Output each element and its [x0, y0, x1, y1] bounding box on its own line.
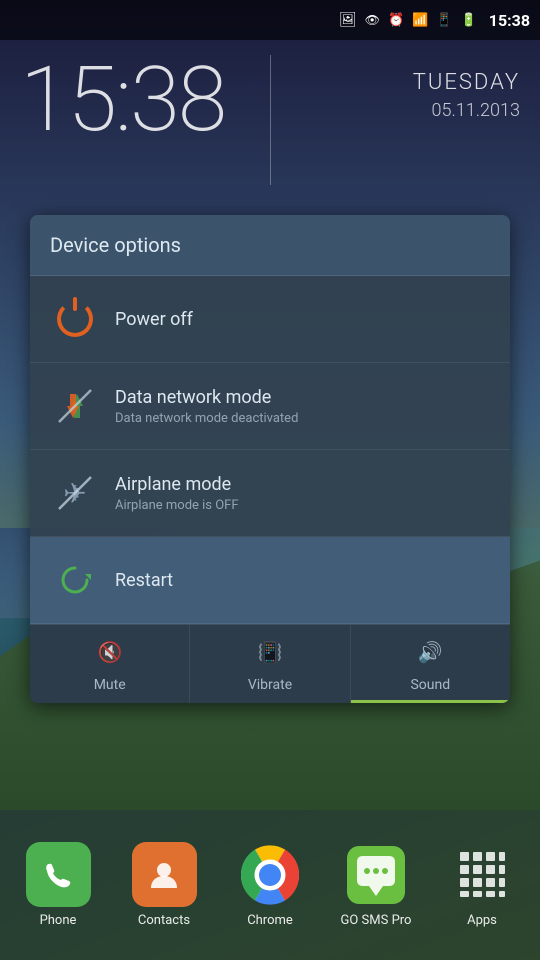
clock-divider [270, 55, 271, 185]
power-icon [57, 301, 93, 337]
restart-icon-container [50, 555, 100, 605]
sound-label: Sound [410, 677, 450, 693]
restart-text: Restart [115, 570, 490, 591]
data-network-item[interactable]: Data network mode Data network mode deac… [30, 363, 510, 450]
network-icon [55, 386, 95, 426]
gosms-label: GO SMS Pro [341, 913, 412, 928]
dock: Phone Contacts [0, 810, 540, 960]
dock-item-phone[interactable]: Phone [13, 842, 103, 928]
power-off-item[interactable]: Power off [30, 276, 510, 363]
network-subtitle: Data network mode deactivated [115, 411, 490, 426]
svg-text:📳: 📳 [258, 640, 283, 664]
network-title: Data network mode [115, 387, 490, 408]
dock-item-chrome[interactable]: Chrome [225, 842, 315, 928]
dock-item-contacts[interactable]: Contacts [119, 842, 209, 928]
wifi-icon: 📶 [412, 13, 428, 28]
airplane-subtitle: Airplane mode is OFF [115, 498, 490, 513]
airplane-icon-container: ✈ [50, 468, 100, 518]
dock-item-gosms[interactable]: GO SMS Pro [331, 842, 421, 928]
svg-text:🔇: 🔇 [97, 640, 122, 664]
power-off-text: Power off [115, 309, 490, 330]
visibility-icon: 👁 [365, 13, 380, 27]
network-text: Data network mode Data network mode deac… [115, 387, 490, 426]
restart-icon [55, 560, 95, 600]
photo-icon: 🖼 [339, 12, 357, 28]
chrome-label: Chrome [247, 913, 293, 928]
airplane-icon: ✈ [55, 473, 95, 513]
battery-icon: 🔋 [461, 13, 477, 28]
contacts-icon [132, 842, 197, 907]
apps-icon [450, 842, 515, 907]
dock-item-apps[interactable]: Apps [437, 842, 527, 928]
day-name: TUESDAY [413, 70, 520, 95]
power-off-icon-container [50, 294, 100, 344]
device-options-dialog: Device options Power off Data network mo… [30, 215, 510, 703]
restart-item[interactable]: Restart [30, 537, 510, 624]
network-icon-container [50, 381, 100, 431]
svg-text:🔊: 🔊 [418, 640, 443, 664]
clock-time: 15:38 [20, 55, 225, 145]
dialog-title: Device options [30, 215, 510, 276]
status-bar: 🖼 👁 ⏰ 📶 📱 🔋 15:38 [0, 0, 540, 40]
phone-label: Phone [40, 913, 77, 928]
sound-icon: 🔊 [416, 637, 444, 671]
sound-option[interactable]: 🔊 Sound [351, 625, 510, 703]
mute-label: Mute [94, 677, 126, 693]
signal-icon: 📱 [436, 13, 452, 28]
alarm-icon: ⏰ [388, 13, 404, 28]
gosms-icon [344, 842, 409, 907]
clock-display: 15:38 [20, 55, 225, 145]
airplane-text: Airplane mode Airplane mode is OFF [115, 474, 490, 513]
mute-option[interactable]: 🔇 Mute [30, 625, 190, 703]
vibrate-option[interactable]: 📳 Vibrate [190, 625, 350, 703]
airplane-mode-item[interactable]: ✈ Airplane mode Airplane mode is OFF [30, 450, 510, 537]
airplane-title: Airplane mode [115, 474, 490, 495]
status-time: 15:38 [489, 11, 530, 30]
date-display: TUESDAY 05.11.2013 [413, 70, 520, 121]
vibrate-icon: 📳 [256, 637, 284, 671]
power-off-title: Power off [115, 309, 490, 330]
vibrate-label: Vibrate [248, 677, 292, 693]
apps-label: Apps [467, 913, 497, 928]
contacts-label: Contacts [138, 913, 190, 928]
mute-icon: 🔇 [96, 637, 124, 671]
chrome-icon [238, 842, 303, 907]
restart-title: Restart [115, 570, 490, 591]
date-value: 05.11.2013 [413, 100, 520, 121]
sound-options-bar: 🔇 Mute 📳 Vibrate 🔊 Sound [30, 624, 510, 703]
phone-icon [26, 842, 91, 907]
